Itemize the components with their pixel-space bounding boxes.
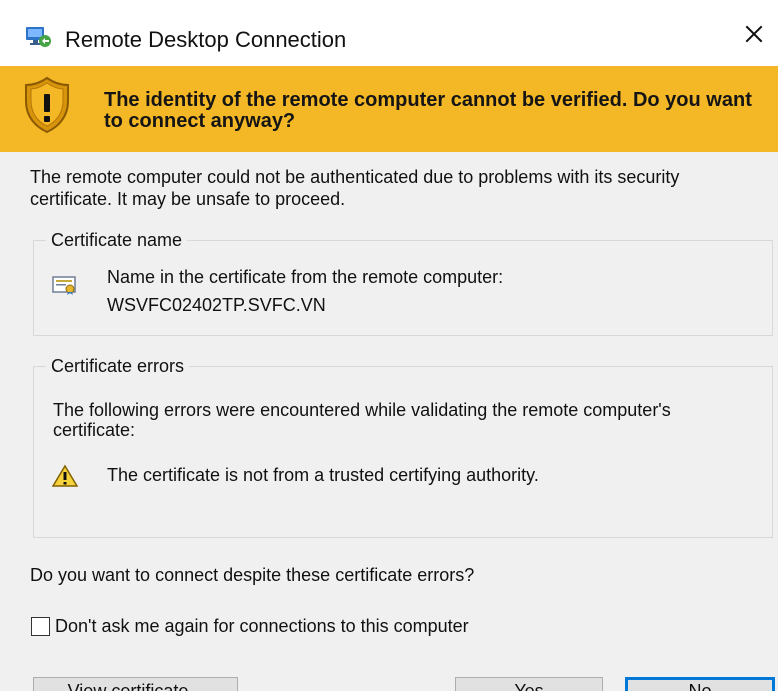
dialog-content: The remote computer could not be authent… — [0, 152, 778, 691]
certificate-icon — [52, 276, 76, 295]
remote-desktop-icon — [26, 27, 51, 47]
warning-triangle-icon — [52, 464, 78, 487]
close-icon — [745, 25, 763, 43]
certificate-name-value: WSVFC02402TP.SVFC.VN — [107, 295, 326, 315]
authentication-warning-text: The remote computer could not be authent… — [30, 167, 680, 209]
certificate-errors-group-title: Certificate errors — [46, 355, 190, 377]
certificate-name-group-title: Certificate name — [46, 229, 188, 251]
security-warning-shield-icon — [25, 76, 69, 134]
view-certificate-button[interactable]: View certificate... — [33, 677, 238, 691]
certificate-error-item: The certificate is not from a trusted ce… — [107, 465, 539, 485]
certificate-errors-intro: The following errors were encountered wh… — [53, 400, 671, 440]
certificate-name-group: Certificate name Name in the certificate… — [33, 229, 773, 336]
identity-warning-banner: The identity of the remote computer cann… — [0, 66, 778, 152]
yes-button[interactable]: Yes — [455, 677, 603, 691]
remote-desktop-certificate-warning-dialog: Remote Desktop Connection The identity o… — [0, 0, 778, 691]
no-button[interactable]: No — [625, 677, 775, 691]
certificate-errors-group: Certificate errors The following errors … — [33, 355, 773, 538]
title-bar: Remote Desktop Connection — [0, 0, 778, 66]
window-title: Remote Desktop Connection — [65, 27, 347, 52]
dont-ask-again-option[interactable]: Don't ask me again for connections to th… — [31, 614, 469, 638]
dont-ask-again-label[interactable]: Don't ask me again for connections to th… — [55, 615, 469, 637]
dont-ask-again-checkbox[interactable] — [31, 616, 50, 636]
close-button[interactable] — [738, 18, 770, 50]
connect-question: Do you want to connect despite these cer… — [30, 565, 475, 585]
certificate-name-label: Name in the certificate from the remote … — [107, 267, 504, 287]
identity-warning-message: The identity of the remote computer cann… — [104, 89, 752, 132]
